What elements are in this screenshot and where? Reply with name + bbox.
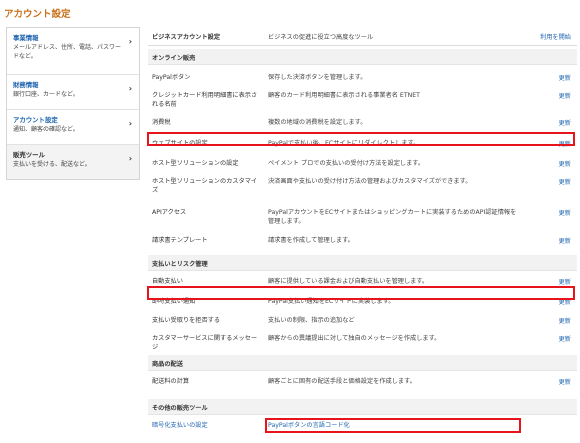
- update-link[interactable]: 更新: [559, 334, 571, 343]
- row-desc: PayPalアカウントをECサイトまたはショッピングカートに実装するためのAPI…: [268, 209, 517, 226]
- row-desc: 顧客のカード利用明細書に表示される事業者名 ETNET: [268, 92, 420, 99]
- row-name: 配送料の計算: [152, 378, 190, 385]
- sidebar-item-financial-info[interactable]: 財務情報 銀行口座、カードなど。 ›: [7, 74, 139, 109]
- sidebar-item-business-info[interactable]: 事業情報 メールアドレス、住所、電話、パスワードなど。 ›: [7, 28, 139, 74]
- row-desc: ビジネスの促進に役立つ高度なツール: [268, 34, 374, 41]
- business-account-row: ビジネスアカウント設定 ビジネスの促進に役立つ高度なツール 利用を開始: [148, 27, 577, 46]
- update-link[interactable]: 更新: [559, 118, 571, 127]
- highlight-website-settings: [147, 132, 575, 146]
- update-link[interactable]: 更新: [559, 177, 571, 186]
- row-name: 支払い受取りを拒否する: [152, 317, 221, 324]
- sidebar-item-desc: 支払いを受ける、配送など。: [13, 161, 91, 168]
- row-desc: 決済画面や支払いの受け付け方法の管理およびカスタマイズができます。: [268, 178, 472, 185]
- row-desc: 顧客からの異議提出に対して独自のメッセージを作成します。: [268, 335, 441, 342]
- sidebar-item-selling-tools[interactable]: 販売ツール 支払いを受ける、配送など。 ›: [7, 144, 139, 179]
- shipping-section: 商品の配送 配送料の計算 顧客ごとに固有の配送手段と価格設定を作成します。 更新: [148, 355, 577, 399]
- row-name: カスタマーサービスに関するメッセージ: [152, 335, 258, 352]
- section-heading: その他の販売ツール: [148, 399, 577, 415]
- highlight-language-encoding: [265, 418, 521, 434]
- update-link[interactable]: 更新: [559, 159, 571, 168]
- chevron-right-icon: ›: [128, 84, 132, 93]
- update-link[interactable]: 更新: [559, 73, 571, 82]
- row-name: ホスト型ソリューションのカスタマイズ: [152, 178, 258, 195]
- section-heading: オンライン販売: [148, 49, 577, 65]
- sidebar-item-title[interactable]: 事業情報: [13, 33, 125, 42]
- row-desc: 請求書を作成して管理します。: [268, 237, 354, 244]
- row-desc: ペイメント プロでの支払いの受付け方法を設定します。: [268, 160, 425, 167]
- sidebar-item-account-settings[interactable]: アカウント設定 通知、顧客の確認など。 ›: [7, 109, 139, 144]
- sidebar-item-title[interactable]: 財務情報: [13, 80, 125, 89]
- row-name: ビジネスアカウント設定: [152, 34, 221, 41]
- row-desc: 顧客に提供している課金および自動支払いを管理します。: [268, 278, 429, 285]
- update-link[interactable]: 更新: [559, 236, 571, 245]
- row-desc: 保存した決済ボタンを管理します。: [268, 74, 367, 81]
- row-name: クレジットカード利用明細書に表示される名前: [152, 92, 258, 109]
- row-name: 請求書テンプレート: [152, 237, 208, 244]
- highlight-ipn: [147, 286, 575, 300]
- row-name: ホスト型ソリューションの設定: [152, 160, 239, 167]
- row-desc: 顧客ごとに固有の配送手段と価格設定を作成します。: [268, 378, 416, 385]
- section-heading: 商品の配送: [148, 355, 577, 371]
- row-name: PayPalボタン: [152, 74, 191, 81]
- update-link[interactable]: 更新: [559, 316, 571, 325]
- encrypted-payment-settings-link[interactable]: 暗号化支払いの設定: [152, 421, 262, 430]
- sidebar-item-desc: 銀行口座、カードなど。: [13, 91, 79, 98]
- sidebar-item-title[interactable]: 販売ツール: [13, 150, 125, 159]
- main-panel: ビジネスアカウント設定 ビジネスの促進に役立つ高度なツール 利用を開始 オンライ…: [148, 27, 577, 439]
- sidebar: 事業情報 メールアドレス、住所、電話、パスワードなど。 › 財務情報 銀行口座、…: [6, 27, 140, 180]
- chevron-right-icon: ›: [128, 154, 132, 163]
- row-name: APIアクセス: [152, 209, 187, 216]
- update-link[interactable]: 更新: [559, 277, 571, 286]
- get-started-link[interactable]: 利用を開始: [540, 32, 571, 41]
- row-name: 自動支払い: [152, 278, 183, 285]
- update-link[interactable]: 更新: [559, 377, 571, 386]
- update-link[interactable]: 更新: [559, 91, 571, 100]
- page-title: アカウント設定: [4, 9, 71, 20]
- row-desc: 支払いの制限、指示の追加など: [268, 317, 355, 324]
- section-heading: 支払いとリスク管理: [148, 255, 577, 271]
- sidebar-item-desc: 通知、顧客の確認など。: [13, 126, 79, 133]
- payments-risk-section: 支払いとリスク管理 自動支払い 顧客に提供している課金および自動支払いを管理しま…: [148, 255, 577, 355]
- chevron-right-icon: ›: [128, 37, 132, 46]
- row-desc: 複数の地域の消費税を設定します。: [268, 119, 367, 126]
- online-sales-section: オンライン販売 PayPalボタン 保存した決済ボタンを管理します。 更新 クレ…: [148, 49, 577, 255]
- update-link[interactable]: 更新: [559, 208, 571, 217]
- sidebar-item-desc: メールアドレス、住所、電話、パスワードなど。: [13, 44, 122, 60]
- chevron-right-icon: ›: [128, 119, 132, 128]
- row-name: 消費税: [152, 119, 171, 126]
- sidebar-item-title[interactable]: アカウント設定: [13, 115, 125, 124]
